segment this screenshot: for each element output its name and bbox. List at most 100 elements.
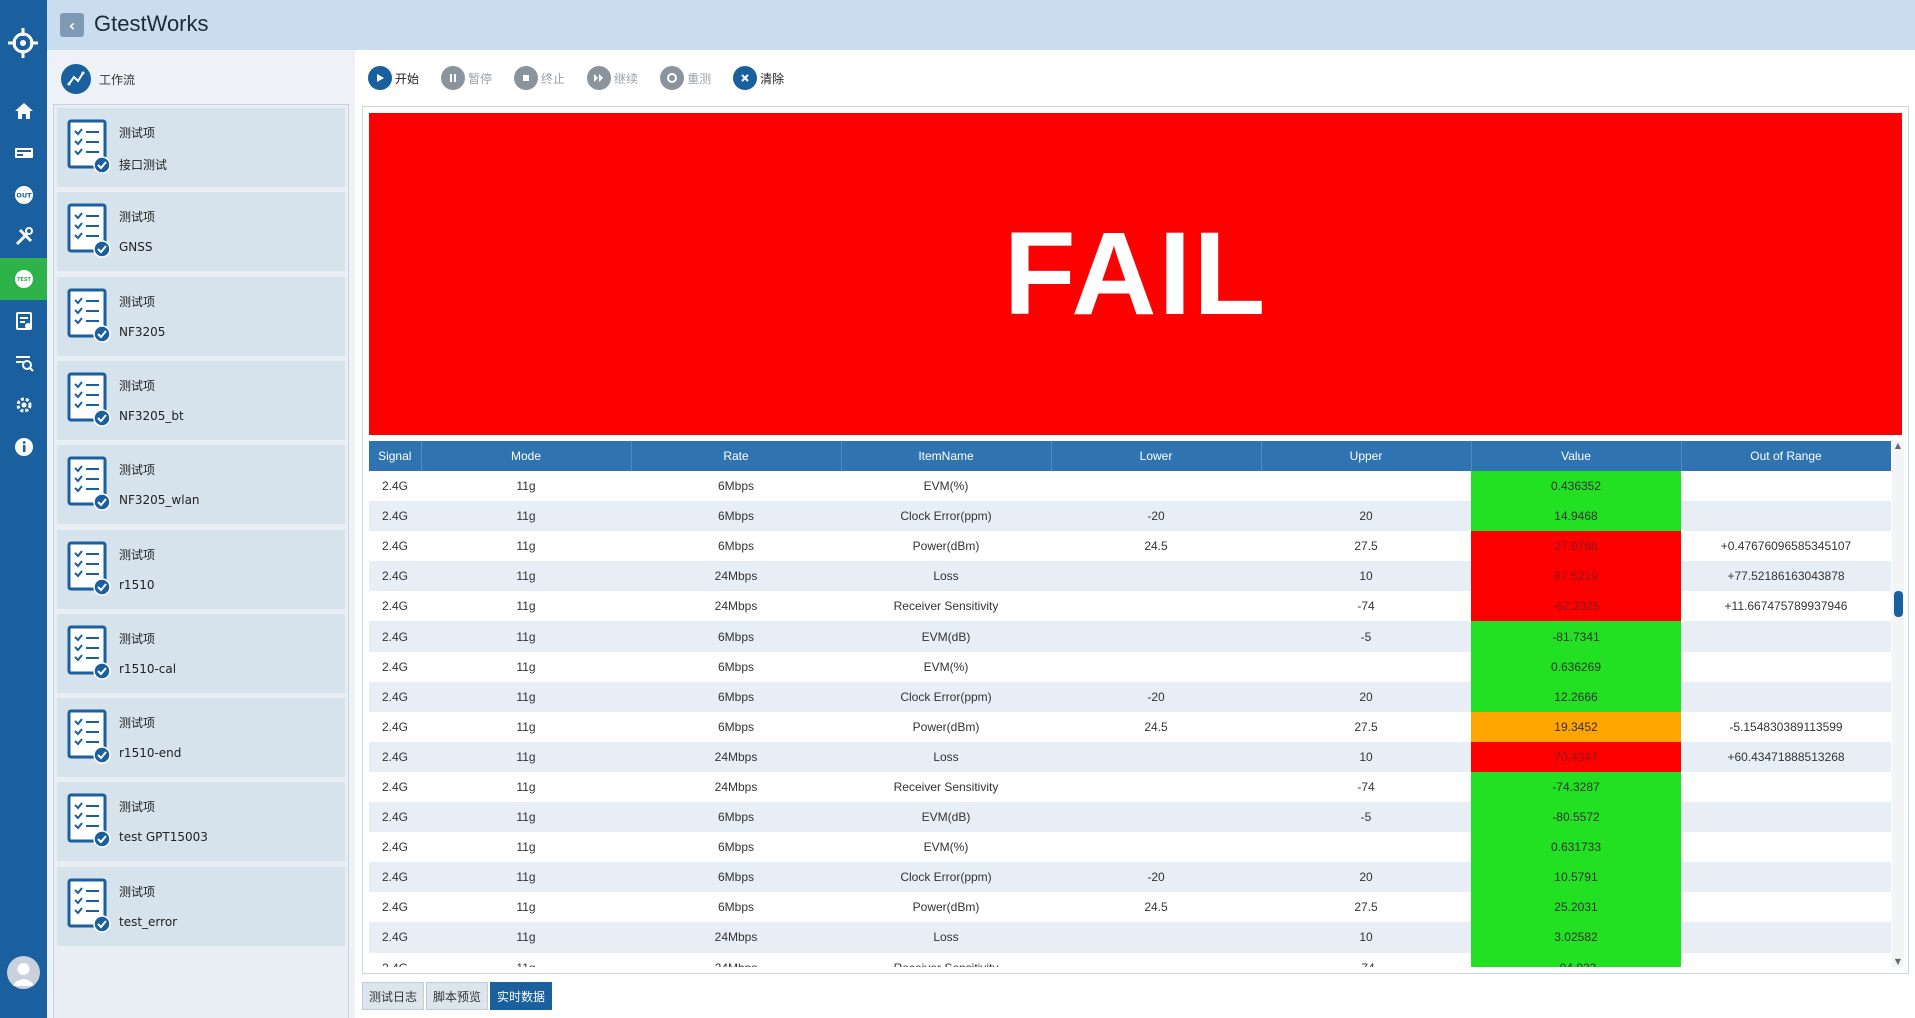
table-row[interactable]: 2.4G 11g 6Mbps EVM(dB) -5 -80.5572 — [369, 802, 1891, 833]
search-icon[interactable] — [0, 342, 47, 384]
table-row[interactable]: 2.4G 11g 6Mbps EVM(%) 0.436352 — [369, 471, 1891, 502]
table-cell: 11g — [421, 741, 631, 772]
retest-button[interactable]: 重测 — [660, 66, 711, 90]
settings-icon[interactable] — [0, 384, 47, 426]
table-row[interactable]: 2.4G 11g 24Mbps Loss 10 87.5219 +77.5218616304… — [369, 561, 1891, 592]
back-button[interactable]: ‹ — [60, 13, 84, 37]
table-cell: +11.667475789937946 — [1681, 591, 1891, 622]
table-row[interactable]: 2.4G 11g 6Mbps Clock Error(ppm) -20 20 10.5791 — [369, 862, 1891, 893]
workflow-item-name: test GPT15003 — [119, 830, 208, 845]
table-cell: -5 — [1261, 802, 1471, 833]
table-cell: 27.5 — [1261, 531, 1471, 562]
table-cell: 2.4G — [369, 802, 421, 833]
table-scrollbar[interactable]: ▲ ▼ — [1892, 441, 1904, 967]
table-cell: Clock Error(ppm) — [841, 862, 1051, 893]
table-cell: 20 — [1261, 862, 1471, 893]
workflow-item[interactable]: 测试项 NF3205 — [57, 276, 345, 357]
workflow-item[interactable]: 测试项 NF3205_bt — [57, 360, 345, 441]
device-icon[interactable] — [0, 132, 47, 174]
workflow-item[interactable]: 测试项 test_error — [57, 866, 345, 947]
table-cell: 6Mbps — [631, 862, 841, 893]
tools-icon[interactable] — [0, 216, 47, 258]
workflow-item-type: 测试项 — [119, 210, 156, 225]
svg-text:TEST: TEST — [17, 277, 31, 283]
resume-button[interactable]: 继续 — [587, 66, 638, 90]
table-cell: 11g — [421, 862, 631, 893]
table-row[interactable]: 2.4G 11g 6Mbps Clock Error(ppm) -20 20 12.2666 — [369, 681, 1891, 712]
column-header[interactable]: ItemName — [841, 441, 1052, 471]
report-icon[interactable] — [0, 300, 47, 342]
table-cell: EVM(%) — [841, 832, 1051, 863]
scrollbar-thumb[interactable] — [1894, 591, 1903, 617]
user-avatar[interactable] — [7, 956, 40, 989]
workflow-item-type: 测试项 — [119, 126, 156, 140]
table-cell: Receiver Sensitivity — [841, 952, 1051, 967]
workflow-item-type: 测试项 — [119, 378, 156, 393]
table-cell: +77.52186163043878 — [1681, 561, 1891, 592]
column-header[interactable]: Out of Range — [1681, 441, 1891, 471]
stop-button[interactable]: 终止 — [514, 66, 565, 90]
workflow-item-type: 测试项 — [119, 631, 156, 646]
table-cell — [1681, 952, 1891, 967]
scroll-up-arrow-icon[interactable]: ▲ — [1892, 441, 1904, 451]
workflow-item[interactable]: 测试项 r1510 — [57, 529, 345, 610]
table-row[interactable]: 2.4G 11g 24Mbps Loss 10 3.02582 — [369, 922, 1891, 953]
table-row[interactable]: 2.4G 11g 24Mbps Receiver Sensitivity -74 -74.… — [369, 771, 1891, 803]
workflow-item[interactable]: 测试项 NF3205_wlan — [57, 445, 345, 526]
table-row[interactable]: 2.4G 11g 6Mbps EVM(%) 0.631733 — [369, 832, 1891, 863]
table-row[interactable]: 2.4G 11g 24Mbps Receiver Sensitivity -74 -62.… — [369, 591, 1891, 622]
column-header[interactable]: Signal — [369, 441, 422, 471]
table-cell: 6Mbps — [631, 501, 841, 532]
table-cell — [1051, 621, 1261, 652]
clear-button[interactable]: 清除 — [733, 66, 784, 90]
table-row[interactable]: 2.4G 11g 6Mbps Power(dBm) 24.5 27.5 19.3452 -5.… — [369, 711, 1891, 742]
play-icon — [368, 66, 392, 90]
value-cell: 25.2031 — [1471, 892, 1681, 923]
table-cell: 6Mbps — [631, 471, 841, 502]
table-row[interactable]: 2.4G11g24MbpsReceiver Sensitivity -74-94.… — [369, 952, 1891, 967]
table-row[interactable]: 2.4G 11g 24Mbps Loss 10 70.4347 +60.4347188851… — [369, 741, 1891, 772]
stop-icon — [514, 66, 539, 90]
result-banner: FAIL — [369, 113, 1902, 435]
table-row[interactable]: 2.4G 11g 6Mbps Power(dBm) 24.5 27.5 25.2031 — [369, 892, 1891, 923]
table-row[interactable]: 2.4G 11g 6Mbps Power(dBm) 24.5 27.5 27.9768 +0.… — [369, 531, 1891, 562]
out-icon[interactable]: OUT — [0, 174, 47, 216]
pause-button[interactable]: 暂停 — [441, 66, 492, 90]
table-row[interactable]: 2.4G 11g 6Mbps Clock Error(ppm) -20 20 14.9468 — [369, 501, 1891, 532]
home-icon[interactable] — [0, 90, 47, 132]
table-cell: 2.4G — [369, 922, 421, 953]
tab-realtime-data[interactable]: 实时数据 — [490, 982, 553, 1010]
table-row[interactable]: 2.4G 11g 6Mbps EVM(dB) -5 -81.7341 — [369, 621, 1891, 652]
workflow-item[interactable]: 测试项 r1510-end — [57, 698, 345, 779]
tab-script-preview[interactable]: 脚本预览 — [426, 982, 489, 1010]
workflow-item[interactable]: 测试项 test GPT15003 — [57, 782, 345, 863]
clear-label: 清除 — [760, 71, 785, 86]
column-header[interactable]: Mode — [421, 441, 632, 471]
table-cell: Power(dBm) — [841, 711, 1051, 742]
table-cell: Loss — [841, 561, 1051, 592]
table-row[interactable]: 2.4G 11g 6Mbps EVM(%) 0.636269 — [369, 651, 1891, 682]
scroll-down-arrow-icon[interactable]: ▼ — [1892, 957, 1904, 967]
column-header[interactable]: Value — [1471, 441, 1682, 471]
workflow-item[interactable]: 测试项 接口测试 — [57, 108, 345, 188]
table-cell: Receiver Sensitivity — [841, 591, 1051, 622]
tab-test-log[interactable]: 测试日志 — [362, 982, 425, 1010]
value-cell: 0.436352 — [1471, 471, 1681, 502]
value-cell: 70.4347 — [1471, 741, 1681, 772]
workflow-item[interactable]: 测试项 r1510-cal — [57, 613, 345, 694]
value-cell: -62.3325 — [1471, 591, 1681, 622]
table-cell: 24Mbps — [631, 771, 841, 803]
table-cell: 24Mbps — [631, 591, 841, 622]
table-cell: 24.5 — [1051, 531, 1261, 562]
table-cell: Clock Error(ppm) — [841, 681, 1051, 712]
column-header[interactable]: Lower — [1051, 441, 1262, 471]
test-icon[interactable]: TEST — [0, 258, 47, 300]
start-button[interactable]: 开始 — [368, 66, 419, 90]
workflow-item[interactable]: 测试项 GNSS — [57, 192, 345, 273]
info-icon[interactable] — [0, 426, 47, 468]
table-cell: 6Mbps — [631, 802, 841, 833]
table-cell — [1051, 802, 1261, 833]
column-header[interactable]: Rate — [631, 441, 842, 471]
column-header[interactable]: Upper — [1261, 441, 1472, 471]
table-cell: 10 — [1261, 561, 1471, 592]
